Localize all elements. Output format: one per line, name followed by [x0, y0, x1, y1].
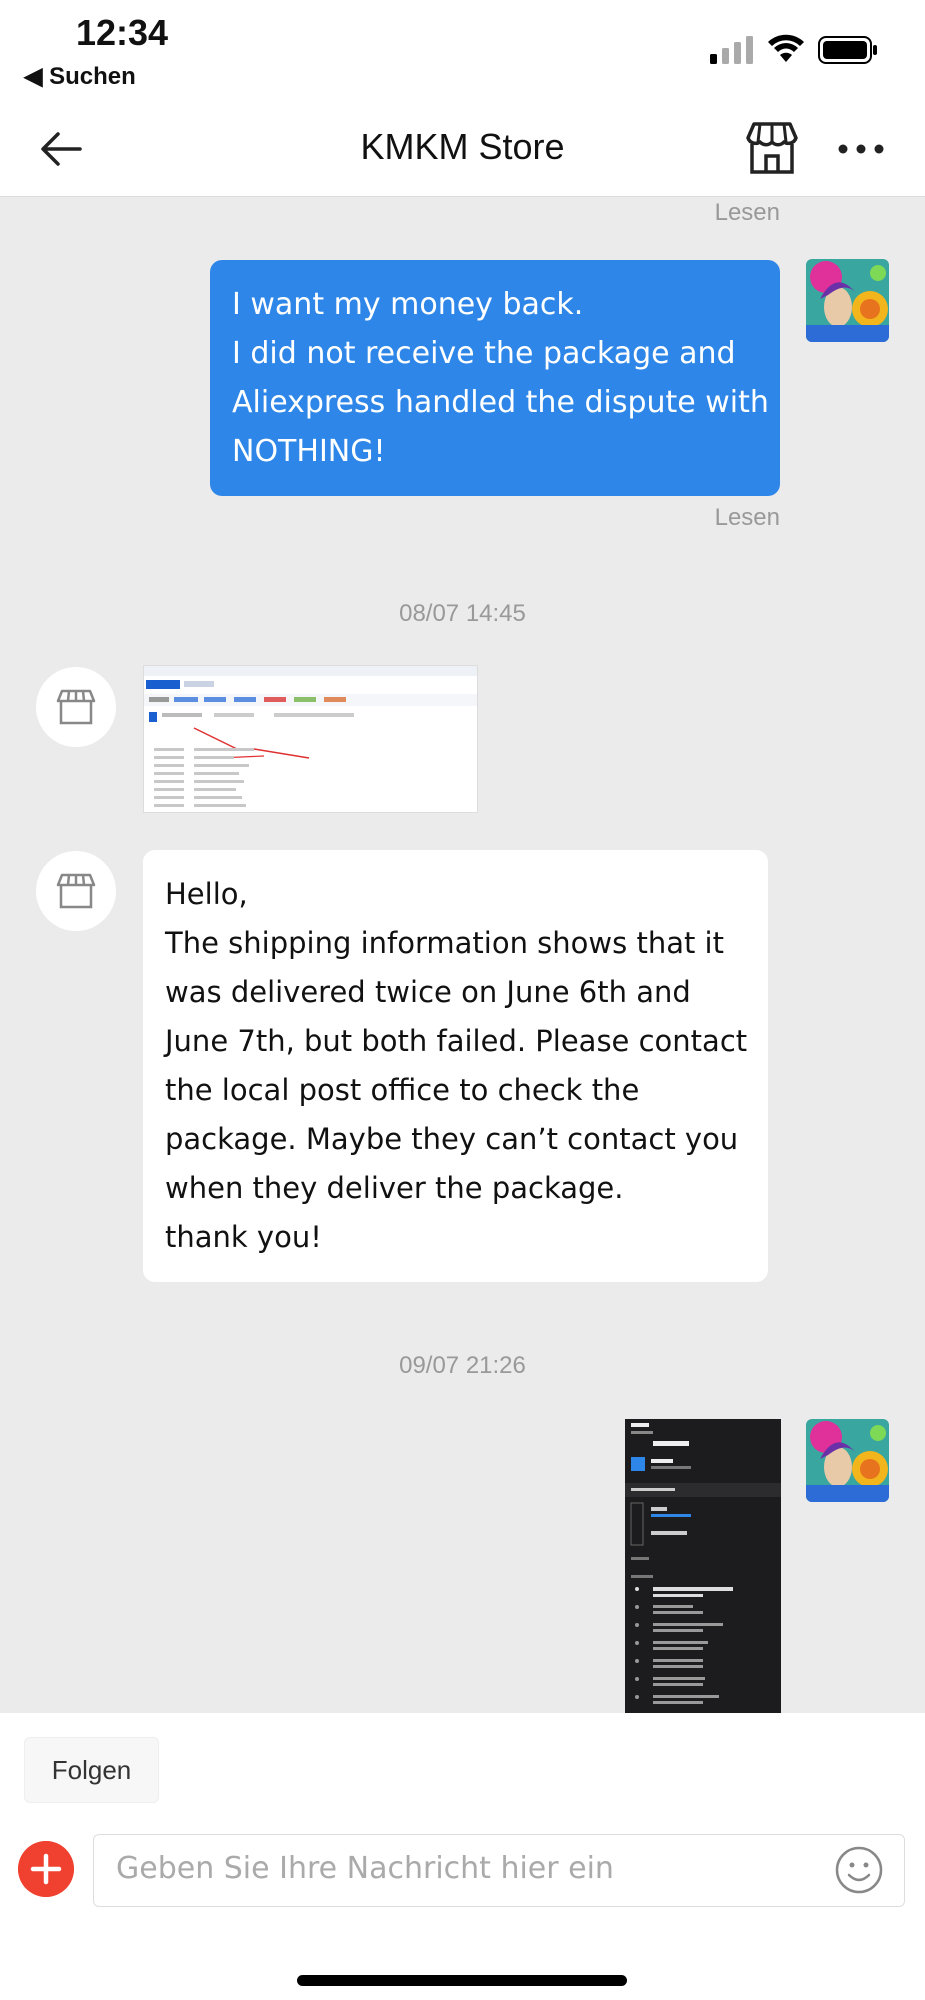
message-line: Hello,	[165, 877, 248, 911]
tracking-screenshot-image[interactable]	[143, 665, 478, 813]
store-icon	[56, 689, 96, 725]
follow-button[interactable]: Folgen	[24, 1737, 159, 1803]
wifi-icon	[768, 34, 804, 62]
message-line: I want my money back.	[232, 287, 584, 322]
date-separator: 08/07 14:45	[399, 600, 526, 627]
composer-area: Folgen Geben Sie Ihre Nachricht hier ein	[0, 1713, 925, 2000]
message-line: thank you!	[165, 1220, 322, 1254]
emoji-icon[interactable]	[834, 1845, 884, 1895]
message-line: June 7th, but both failed. Please contac…	[165, 1024, 748, 1058]
avatar-art-icon	[806, 259, 889, 342]
user-avatar[interactable]	[806, 1419, 889, 1502]
back-to-app-link[interactable]: ◀ Suchen	[24, 62, 136, 91]
store-avatar[interactable]	[36, 667, 116, 747]
message-input[interactable]: Geben Sie Ihre Nachricht hier ein	[93, 1834, 905, 1907]
user-message-bubble[interactable]: I want my money back. I did not receive …	[210, 260, 780, 496]
chat-area[interactable]: Lesen I want my money back. I did not re…	[0, 197, 925, 1713]
read-status: Lesen	[714, 504, 780, 531]
store-message-bubble[interactable]: Hello, The shipping information shows th…	[143, 850, 768, 1282]
message-line: the local post office to check the	[165, 1073, 640, 1107]
home-indicator	[297, 1975, 627, 1986]
tracking-screenshot-preview	[144, 666, 477, 807]
add-attachment-icon[interactable]	[18, 1841, 74, 1897]
message-line: NOTHING!	[232, 434, 386, 469]
read-status: Lesen	[714, 199, 780, 226]
message-line: I did not receive the package and	[232, 336, 736, 371]
signal-icon	[710, 36, 753, 64]
message-line: Aliexpress handled the dispute with	[232, 385, 769, 420]
message-input-placeholder: Geben Sie Ihre Nachricht hier ein	[116, 1851, 614, 1886]
shipping-screenshot-preview	[625, 1419, 781, 1713]
avatar-art-icon	[806, 1419, 889, 1502]
message-line: package. Maybe they can’t contact you	[165, 1122, 739, 1156]
store-icon	[56, 873, 96, 909]
date-separator: 09/07 21:26	[399, 1352, 526, 1379]
user-avatar[interactable]	[806, 259, 889, 342]
battery-icon	[818, 36, 877, 64]
nav-bar: KMKM Store	[0, 100, 925, 197]
message-line: was delivered twice on June 6th and	[165, 975, 691, 1009]
store-avatar[interactable]	[36, 851, 116, 931]
message-line: The shipping information shows that it	[165, 926, 724, 960]
status-bar: 12:34 ◀ Suchen	[0, 0, 925, 100]
store-icon[interactable]	[744, 120, 800, 176]
shipping-screenshot-image[interactable]	[625, 1419, 781, 1713]
more-options-icon[interactable]	[836, 134, 886, 164]
status-time: 12:34	[76, 12, 169, 53]
message-line: when they deliver the package.	[165, 1171, 624, 1205]
